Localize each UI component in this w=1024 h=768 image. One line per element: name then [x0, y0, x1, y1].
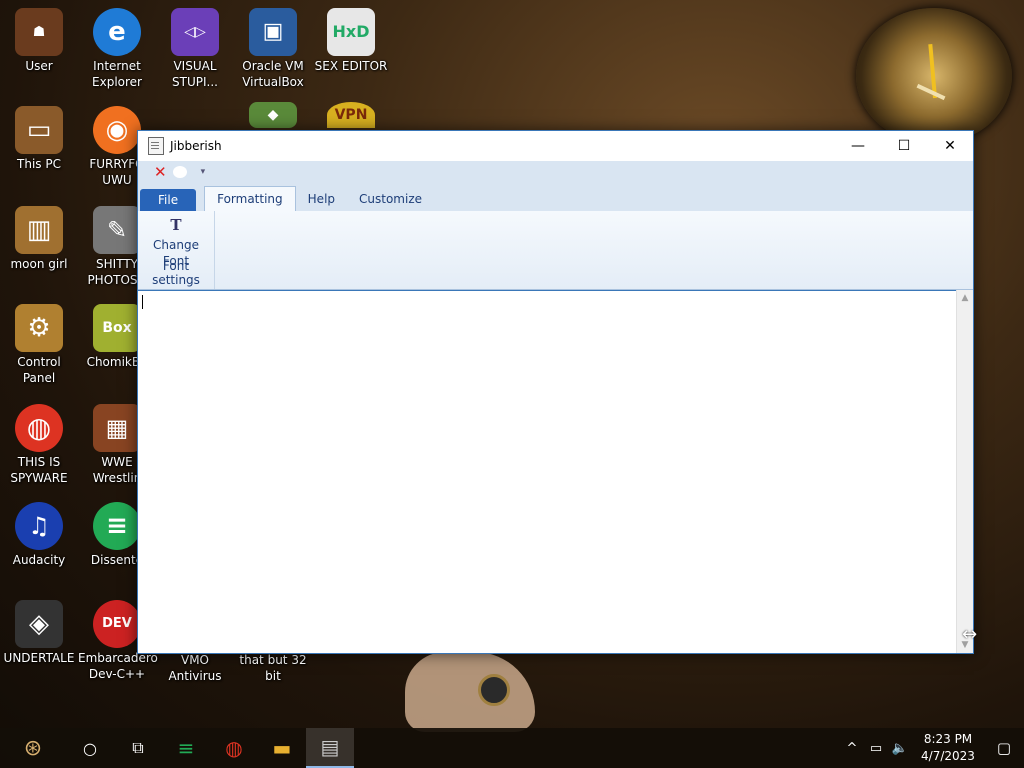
unity-icon: ◈: [15, 600, 63, 648]
user-folder-icon: ☗: [15, 8, 63, 56]
scroll-up-icon[interactable]: ▲: [957, 290, 973, 306]
dissenter-icon: ≡: [93, 502, 141, 550]
ribbon-panel: T Change Font Font settings: [138, 211, 973, 290]
maximize-button[interactable]: ☐: [881, 131, 927, 161]
green-gem-icon: ◆: [249, 102, 297, 128]
tab-formatting[interactable]: Formatting: [204, 186, 296, 211]
taskbar-jibberish-icon[interactable]: ▤: [306, 728, 354, 768]
close-button[interactable]: ✕: [927, 131, 973, 161]
desktop-icon-this-pc[interactable]: ▭ This PC: [0, 106, 78, 172]
computer-icon: ▭: [15, 106, 63, 154]
clock-date: 4/7/2023: [921, 749, 975, 763]
desktop-icon-moon-girl[interactable]: ▥ moon girl: [0, 206, 78, 272]
desktop-icon-chrome[interactable]: ◍ THIS IS SPYWARE: [0, 404, 78, 486]
virtualbox-icon: ▣: [249, 8, 297, 56]
jibberish-window: Jibberish — ☐ ✕ ✕ ▾ File Formatting Help…: [137, 130, 974, 654]
chomikbox-icon: Box: [93, 304, 141, 352]
control-panel-icon: ⚙: [15, 304, 63, 352]
desktop-icon-control-panel[interactable]: ⚙ Control Panel: [0, 304, 78, 386]
devcpp-icon: DEV: [93, 600, 141, 648]
tab-file[interactable]: File: [140, 189, 197, 211]
desktop-icon-vpn[interactable]: VPN: [312, 102, 390, 130]
volume-icon[interactable]: 🔈: [888, 741, 912, 756]
system-tray: ^ ▭ 🔈 8:23 PM 4/7/2023 ▢: [840, 728, 1024, 768]
desktop-icon-audacity[interactable]: ♫ Audacity: [0, 502, 78, 568]
notepad-icon: [148, 137, 164, 155]
desktop-icon-user[interactable]: ☗ User: [0, 8, 78, 74]
group-label: Font settings: [152, 259, 200, 287]
change-font-label-line1: Change: [153, 238, 199, 252]
text-caret: [142, 295, 143, 309]
taskbar: ⊛ ○ ⧉ ≡ ◍ ▬ ▤ ^ ▭ 🔈 8:23 PM 4/7/2023 ▢: [0, 728, 1024, 768]
gimp-icon: ✎: [93, 206, 141, 254]
network-icon[interactable]: ▭: [864, 741, 888, 756]
quick-close-icon[interactable]: ✕: [154, 163, 167, 181]
desktop-icon-vmo-antivirus[interactable]: VMO Antivirus: [156, 652, 234, 684]
moon-girl-icon: ▥: [15, 206, 63, 254]
quick-access-toolbar: ✕ ▾: [138, 161, 973, 183]
desktop-icon-internet-explorer[interactable]: e Internet Explorer: [78, 8, 156, 90]
wallpaper-clock: [856, 8, 1012, 144]
quick-access-dropdown-icon[interactable]: ▾: [201, 167, 206, 177]
edge-icon: e: [93, 8, 141, 56]
wallpaper-ring: [478, 674, 510, 706]
desktop-icon-32bit[interactable]: that but 32 bit: [234, 652, 312, 684]
tab-help[interactable]: Help: [296, 187, 347, 211]
search-icon[interactable]: ○: [66, 728, 114, 768]
wallpaper-hand: [405, 652, 535, 732]
desktop-icon-undertale[interactable]: ◈ UNDERTALE: [0, 600, 78, 666]
start-button[interactable]: ⊛: [0, 728, 66, 768]
resize-cursor-icon: ↔: [962, 624, 978, 645]
desktop-icon-green[interactable]: ◆: [234, 102, 312, 130]
clock-time: 8:23 PM: [923, 732, 973, 746]
visual-studio-icon: ◁▷: [171, 8, 219, 56]
title-bar[interactable]: Jibberish — ☐ ✕: [138, 131, 973, 161]
desktop-icon-hex-editor[interactable]: HxD SEX EDITOR: [312, 8, 390, 74]
quick-access-blank-icon[interactable]: [172, 166, 187, 178]
desktop-icon-virtualbox[interactable]: ▣ Oracle VM VirtualBox: [234, 8, 312, 90]
desktop-icon-visual-studio[interactable]: ◁▷ VISUAL STUPI...: [156, 8, 234, 90]
hxd-icon: HxD: [327, 8, 375, 56]
tab-customize[interactable]: Customize: [347, 187, 434, 211]
taskbar-dissenter-icon[interactable]: ≡: [162, 728, 210, 768]
window-title: Jibberish: [170, 139, 222, 153]
notification-icon[interactable]: ▢: [984, 739, 1024, 757]
text-editor[interactable]: [138, 290, 957, 653]
chevron-up-icon[interactable]: ^: [840, 741, 864, 756]
taskbar-file-explorer-icon[interactable]: ▬: [258, 728, 306, 768]
font-icon: T: [170, 216, 182, 234]
clock[interactable]: 8:23 PM 4/7/2023: [912, 731, 984, 765]
wwe-icon: ▦: [93, 404, 141, 452]
font-settings-group: T Change Font Font settings: [138, 211, 215, 289]
task-view-icon[interactable]: ⧉: [114, 728, 162, 768]
vertical-scrollbar[interactable]: ▲ ▼: [956, 290, 973, 653]
minimize-button[interactable]: —: [835, 131, 881, 161]
chrome-icon: ◍: [15, 404, 63, 452]
vpn-icon: VPN: [327, 102, 375, 128]
ribbon-tabs: File Formatting Help Customize: [138, 183, 973, 211]
firefox-icon: ◉: [93, 106, 141, 154]
audacity-icon: ♫: [15, 502, 63, 550]
taskbar-chrome-icon[interactable]: ◍: [210, 728, 258, 768]
